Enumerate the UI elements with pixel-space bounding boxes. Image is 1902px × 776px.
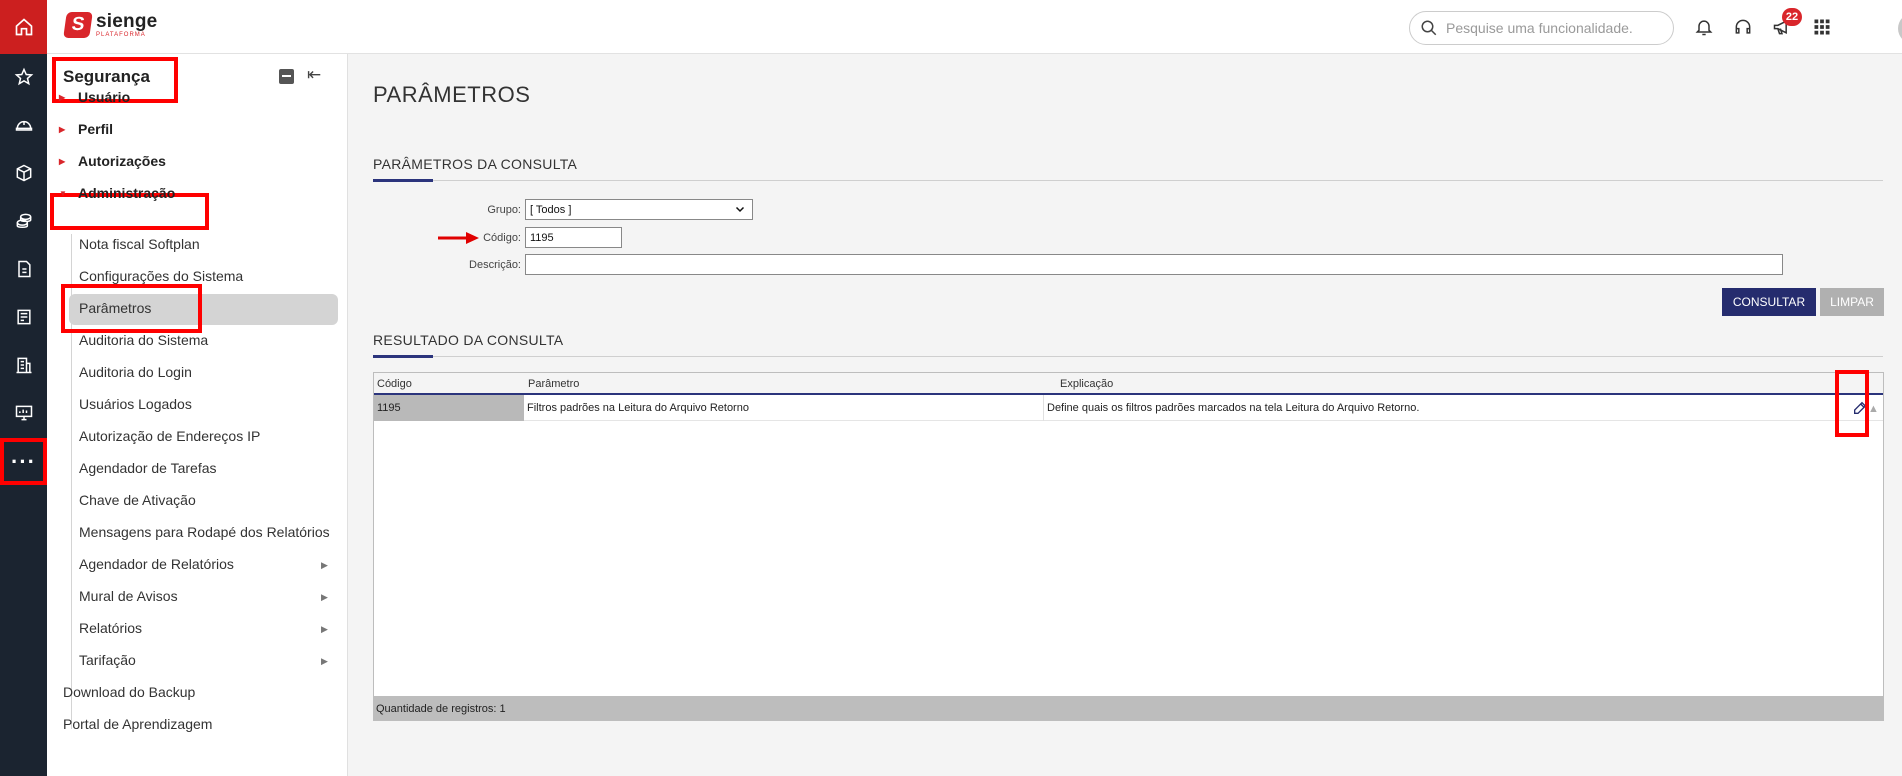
grupo-label: Grupo: [487, 204, 521, 216]
sidebar-item-relatorios[interactable]: Relatórios [79, 620, 142, 636]
more-icon[interactable]: ··· [0, 438, 47, 485]
section-accent [373, 355, 433, 358]
divider [373, 356, 1883, 357]
sidebar-group-usuario[interactable]: ▶ Usuário [59, 89, 130, 105]
logo-name: sienge [96, 11, 158, 32]
sidebar-item-configuracoes[interactable]: Configurações do Sistema [79, 268, 243, 284]
divider [373, 180, 1883, 181]
results-table: Código Parâmetro Explicação 1195 Filtros… [373, 372, 1884, 721]
submenu-arrow-icon: ▶ [321, 656, 328, 666]
sidebar-item-usuarios-logados[interactable]: Usuários Logados [79, 396, 192, 412]
sidebar-link-portal-aprendizagem[interactable]: Portal de Aprendizagem [63, 716, 212, 732]
annotation-box-edit [1835, 370, 1869, 437]
submenu-arrow-icon: ▶ [321, 560, 328, 570]
grupo-selected-value: [ Todos ] [530, 203, 572, 216]
sidebar-group-administracao[interactable]: ▼ Administração [59, 185, 175, 201]
result-section-title: RESULTADO DA CONSULTA [373, 332, 564, 348]
collapse-sidebar-icon[interactable]: ⇤ [307, 65, 321, 85]
scroll-up-icon[interactable]: ▲ [1868, 403, 1879, 415]
caret-right-icon: ▶ [59, 124, 66, 134]
sidebar-item-auditoria-sistema[interactable]: Auditoria do Sistema [79, 332, 208, 348]
chevron-down-icon [734, 203, 746, 218]
group-label: Usuário [78, 89, 131, 105]
star-icon[interactable] [0, 59, 47, 95]
annotation-box-parametros [61, 284, 202, 333]
section-accent [373, 179, 433, 182]
sidebar-group-perfil[interactable]: ▶ Perfil [59, 121, 113, 137]
submenu-arrow-icon: ▶ [321, 592, 328, 602]
descricao-input[interactable] [525, 254, 1783, 275]
monitor-icon[interactable] [0, 395, 47, 431]
group-label: Administração [78, 185, 176, 201]
sidebar-item-auditoria-login[interactable]: Auditoria do Login [79, 364, 192, 380]
sidebar-item-agendador-tarefas[interactable]: Agendador de Tarefas [79, 460, 217, 476]
submenu-arrow-icon: ▶ [321, 624, 328, 634]
sidebar-link-download-backup[interactable]: Download do Backup [63, 684, 195, 700]
logo-mark-icon: S [63, 12, 93, 38]
building-icon[interactable] [0, 347, 47, 383]
sidebar: Segurança ⇤ ▶ Usuário ▶ Perfil ▶ Autorizaçõ… [47, 54, 348, 776]
records-count: Quantidade de registros: 1 [373, 696, 1884, 721]
sidebar-title: Segurança [63, 67, 150, 86]
sidebar-item-mensagens-rodape[interactable]: Mensagens para Rodapé dos Relatórios [79, 524, 330, 540]
limpar-button[interactable]: LIMPAR [1820, 288, 1884, 316]
box-icon[interactable] [0, 155, 47, 191]
table-header: Código Parâmetro Explicação [374, 373, 1883, 395]
minimize-icon[interactable] [279, 69, 294, 84]
avatar[interactable]: SF [1898, 13, 1902, 44]
sidebar-group-autorizacoes[interactable]: ▶ Autorizações [59, 153, 166, 169]
helmet-icon[interactable] [0, 107, 47, 143]
document-icon[interactable] [0, 251, 47, 287]
group-label: Perfil [78, 121, 114, 137]
caret-right-icon: ▶ [59, 92, 66, 102]
sidebar-item-mural-avisos[interactable]: Mural de Avisos [79, 588, 178, 604]
sidebar-item-agendador-relatorios[interactable]: Agendador de Relatórios [79, 556, 234, 572]
sienge-logo[interactable]: S sienge PLATAFORMA [63, 11, 158, 38]
codigo-label: Código: [483, 232, 521, 244]
apps-grid-icon[interactable] [1811, 16, 1833, 38]
sidebar-item-chave-ativacao[interactable]: Chave de Ativação [79, 492, 196, 508]
headset-icon[interactable] [1732, 16, 1754, 38]
icon-rail: ··· [0, 0, 47, 776]
top-header: S sienge PLATAFORMA 22 SF [47, 0, 1902, 54]
cell-explicacao: Define quais os filtros padrões marcados… [1047, 402, 1420, 414]
codigo-input[interactable] [525, 227, 622, 248]
receipt-icon[interactable] [0, 299, 47, 335]
caret-right-icon: ▶ [59, 156, 66, 166]
search-input[interactable] [1446, 20, 1656, 36]
column-header-explicacao[interactable]: Explicação [1060, 378, 1113, 390]
logo-subtitle: PLATAFORMA [96, 32, 146, 38]
descricao-label: Descrição: [469, 259, 521, 271]
grupo-select[interactable]: [ Todos ] [525, 199, 753, 220]
column-header-parametro[interactable]: Parâmetro [528, 378, 579, 390]
search-icon [1421, 20, 1437, 36]
search-box[interactable] [1409, 11, 1674, 45]
cell-parametro: Filtros padrões na Leitura do Arquivo Re… [524, 395, 1044, 421]
table-row[interactable]: 1195 Filtros padrões na Leitura do Arqui… [374, 395, 1883, 421]
caret-down-icon: ▼ [59, 188, 67, 198]
cell-codigo: 1195 [374, 395, 524, 421]
sidebar-item-enderecos-ip[interactable]: Autorização de Endereços IP [79, 428, 260, 444]
notification-badge: 22 [1782, 8, 1802, 26]
sidebar-item-nota-fiscal[interactable]: Nota fiscal Softplan [79, 236, 200, 252]
sidebar-item-tarifacao[interactable]: Tarifação [79, 652, 136, 668]
main-content: PARÂMETROS PARÂMETROS DA CONSULTA Grupo:… [349, 54, 1902, 776]
coins-icon[interactable] [0, 203, 47, 239]
consultar-button[interactable]: CONSULTAR [1722, 288, 1816, 316]
group-label: Autorizações [78, 153, 166, 169]
column-header-codigo[interactable]: Código [377, 378, 412, 390]
home-icon[interactable] [0, 0, 47, 54]
page-title: PARÂMETROS [373, 82, 531, 107]
bell-icon[interactable] [1693, 16, 1715, 38]
query-section-title: PARÂMETROS DA CONSULTA [373, 156, 578, 172]
